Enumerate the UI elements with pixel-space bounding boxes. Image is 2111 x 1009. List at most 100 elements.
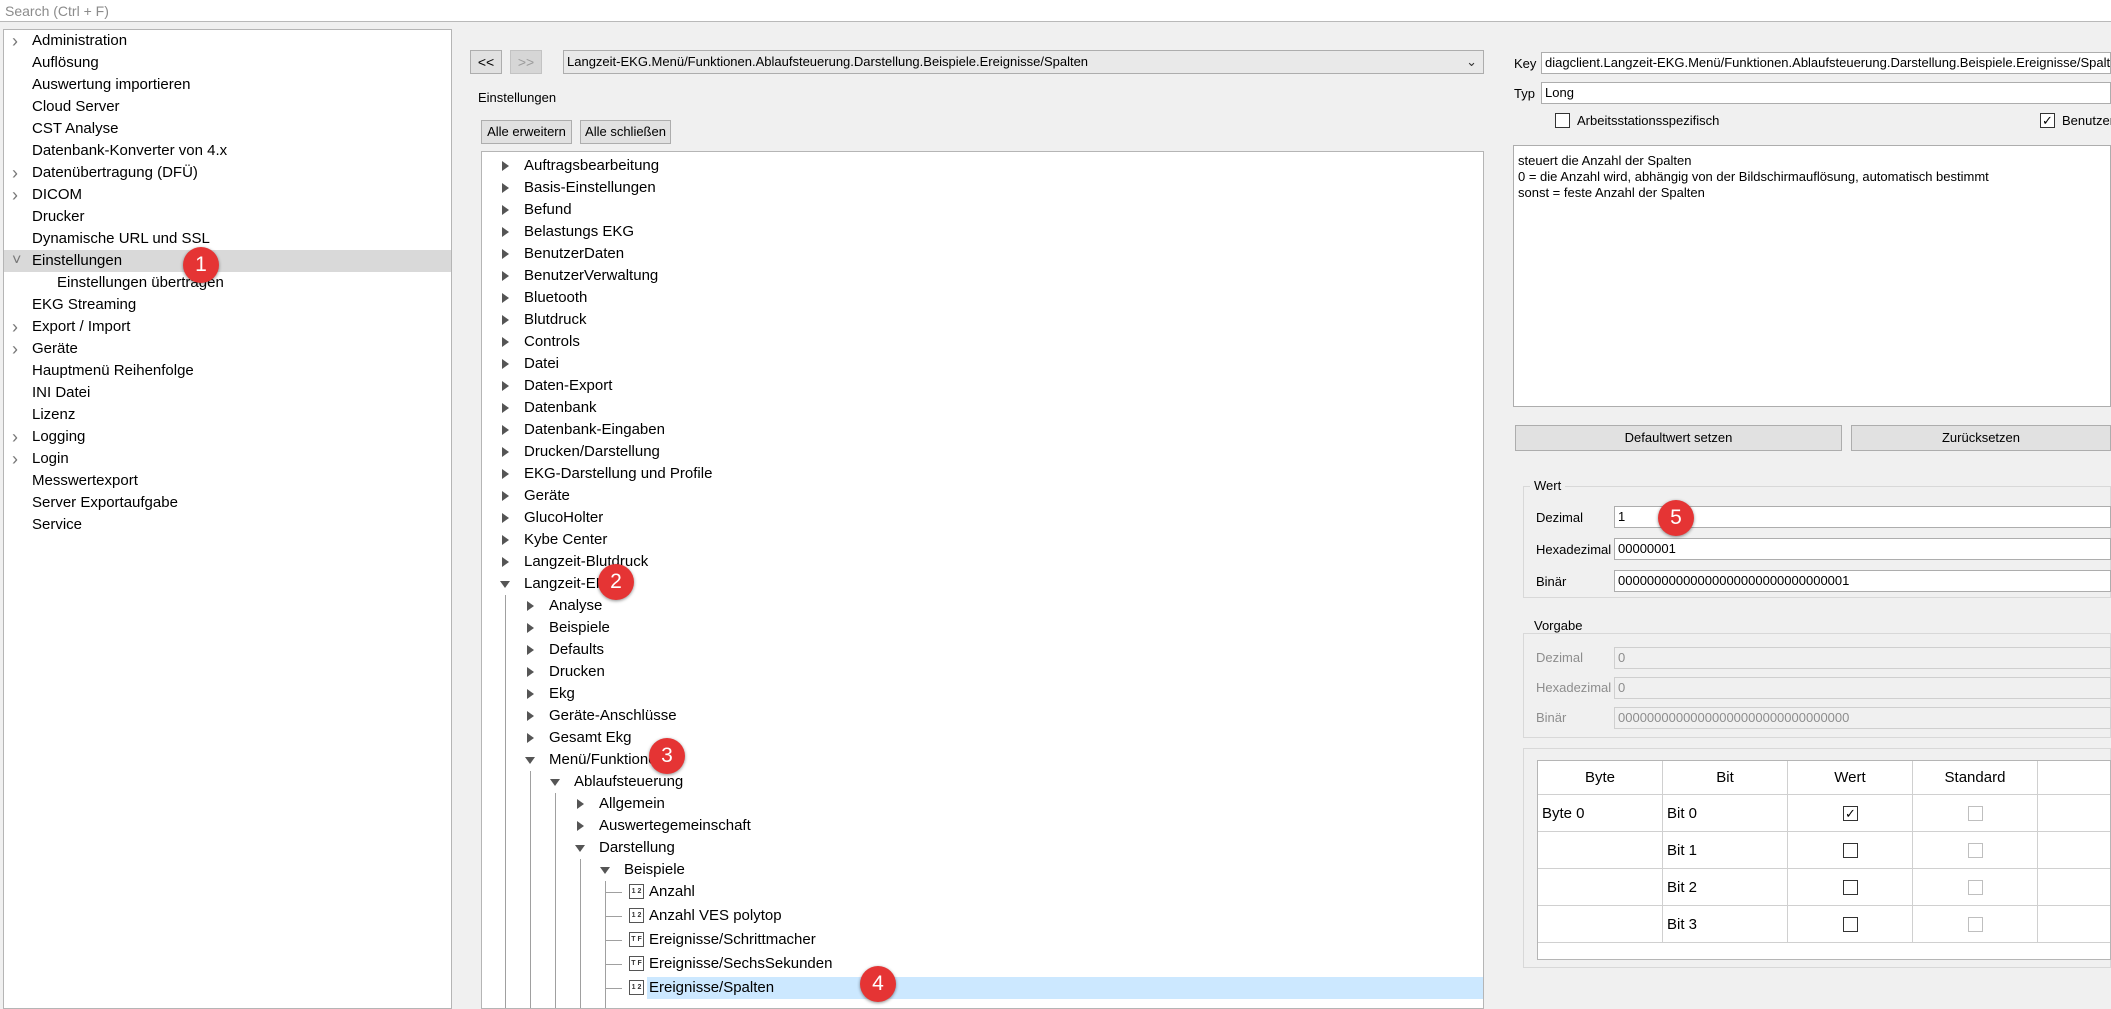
setting-node[interactable] — [482, 331, 1483, 353]
setting-node[interactable] — [482, 199, 1483, 221]
collapsed-arrow-icon[interactable] — [502, 557, 509, 567]
collapsed-arrow-icon[interactable] — [527, 733, 534, 743]
nav-item[interactable]: Einstellungen übertragen — [4, 272, 451, 294]
set-default-button[interactable]: Defaultwert setzen — [1515, 425, 1842, 451]
collapsed-arrow-icon[interactable] — [502, 425, 509, 435]
setting-node[interactable] — [482, 529, 1483, 551]
collapsed-arrow-icon[interactable] — [527, 689, 534, 699]
binary-field[interactable]: 00000000000000000000000000000001 — [1614, 570, 2111, 592]
expanded-arrow-icon[interactable] — [525, 757, 535, 764]
bit-value-checkbox[interactable] — [1843, 843, 1858, 858]
type-field[interactable]: Long — [1541, 82, 2111, 104]
nav-item[interactable]: Server Exportaufgabe — [4, 492, 451, 514]
collapsed-arrow-icon[interactable] — [502, 249, 509, 259]
setting-node[interactable] — [482, 661, 1483, 683]
chevron-right-icon[interactable]: › — [12, 448, 24, 470]
search-input[interactable] — [0, 0, 2111, 21]
user-specific-checkbox[interactable]: ✓ — [2040, 113, 2055, 128]
chevron-right-icon[interactable]: › — [12, 426, 24, 448]
collapsed-arrow-icon[interactable] — [502, 491, 509, 501]
nav-item[interactable]: › Administration — [4, 30, 451, 52]
collapsed-arrow-icon[interactable] — [502, 315, 509, 325]
nav-item[interactable]: Datenbank-Konverter von 4.x — [4, 140, 451, 162]
nav-item[interactable]: › Geräte — [4, 338, 451, 360]
collapsed-arrow-icon[interactable] — [502, 205, 509, 215]
chevron-right-icon[interactable]: › — [12, 162, 24, 184]
bit-value-checkbox[interactable] — [1843, 880, 1858, 895]
collapsed-arrow-icon[interactable] — [527, 711, 534, 721]
setting-node[interactable] — [482, 485, 1483, 507]
nav-item[interactable]: Messwertexport — [4, 470, 451, 492]
collapsed-arrow-icon[interactable] — [502, 293, 509, 303]
collapsed-arrow-icon[interactable] — [502, 227, 509, 237]
nav-item[interactable]: › Login — [4, 448, 451, 470]
nav-item[interactable]: Lizenz — [4, 404, 451, 426]
nav-item[interactable]: › Datenübertragung (DFÜ) — [4, 162, 451, 184]
setting-node[interactable] — [482, 727, 1483, 749]
back-button[interactable]: << — [470, 50, 502, 74]
nav-item[interactable]: Auswertung importieren — [4, 74, 451, 96]
collapsed-arrow-icon[interactable] — [527, 601, 534, 611]
collapsed-arrow-icon[interactable] — [502, 403, 509, 413]
expanded-arrow-icon[interactable] — [600, 867, 610, 874]
setting-node[interactable] — [482, 683, 1483, 705]
path-dropdown[interactable]: Langzeit-EKG.Menü/Funktionen.Ablaufsteue… — [563, 50, 1484, 74]
setting-node[interactable] — [482, 507, 1483, 529]
bit-value-checkbox[interactable] — [1843, 917, 1858, 932]
setting-node[interactable] — [482, 375, 1483, 397]
expand-all-button[interactable]: Alle erweitern — [481, 120, 572, 144]
key-field[interactable]: diagclient.Langzeit-EKG.Menü/Funktionen.… — [1541, 52, 2111, 74]
collapsed-arrow-icon[interactable] — [577, 821, 584, 831]
nav-item[interactable]: › DICOM — [4, 184, 451, 206]
setting-node[interactable] — [482, 595, 1483, 617]
workstation-specific-checkbox[interactable] — [1555, 113, 1570, 128]
nav-item[interactable]: Auflösung — [4, 52, 451, 74]
nav-item[interactable]: CST Analyse — [4, 118, 451, 140]
chevron-right-icon[interactable]: › — [12, 316, 24, 338]
collapsed-arrow-icon[interactable] — [502, 447, 509, 457]
collapsed-arrow-icon[interactable] — [502, 183, 509, 193]
collapsed-arrow-icon[interactable] — [502, 359, 509, 369]
collapsed-arrow-icon[interactable] — [502, 469, 509, 479]
setting-node[interactable] — [482, 243, 1483, 265]
nav-item[interactable]: › Logging — [4, 426, 451, 448]
bit-value-checkbox[interactable]: ✓ — [1843, 806, 1858, 821]
hex-field[interactable]: 00000001 — [1614, 538, 2111, 560]
nav-item[interactable]: EKG Streaming — [4, 294, 451, 316]
nav-item[interactable]: INI Datei — [4, 382, 451, 404]
collapsed-arrow-icon[interactable] — [502, 535, 509, 545]
nav-item[interactable]: Hauptmenü Reihenfolge — [4, 360, 451, 382]
expanded-arrow-icon[interactable] — [550, 779, 560, 786]
collapsed-arrow-icon[interactable] — [502, 161, 509, 171]
collapsed-arrow-icon[interactable] — [502, 513, 509, 523]
expanded-arrow-icon[interactable] — [500, 581, 510, 588]
nav-item[interactable]: › Export / Import — [4, 316, 451, 338]
expanded-arrow-icon[interactable] — [575, 845, 585, 852]
nav-item[interactable]: ˅ Einstellungen — [4, 250, 451, 272]
collapsed-arrow-icon[interactable] — [502, 337, 509, 347]
setting-node[interactable] — [482, 287, 1483, 309]
nav-item[interactable]: Dynamische URL und SSL — [4, 228, 451, 250]
collapsed-arrow-icon[interactable] — [502, 271, 509, 281]
chevron-down-icon[interactable]: ˅ — [12, 250, 24, 272]
collapsed-arrow-icon[interactable] — [527, 623, 534, 633]
nav-item[interactable]: Service — [4, 514, 451, 536]
chevron-right-icon[interactable]: › — [12, 184, 24, 206]
collapsed-arrow-icon[interactable] — [527, 667, 534, 677]
chevron-right-icon[interactable]: › — [12, 338, 24, 360]
setting-node[interactable] — [482, 639, 1483, 661]
nav-item[interactable]: Cloud Server — [4, 96, 451, 118]
collapsed-arrow-icon[interactable] — [502, 381, 509, 391]
description-box[interactable]: steuert die Anzahl der Spalten 0 = die A… — [1513, 145, 2111, 407]
collapsed-arrow-icon[interactable] — [577, 799, 584, 809]
nav-item[interactable]: Drucker — [4, 206, 451, 228]
collapsed-arrow-icon[interactable] — [527, 645, 534, 655]
collapse-all-button[interactable]: Alle schließen — [580, 120, 671, 144]
forward-button[interactable]: >> — [510, 50, 542, 74]
setting-node[interactable] — [482, 397, 1483, 419]
setting-node[interactable] — [482, 353, 1483, 375]
chevron-right-icon[interactable]: › — [12, 30, 24, 52]
reset-button[interactable]: Zurücksetzen — [1851, 425, 2111, 451]
setting-node[interactable] — [482, 617, 1483, 639]
setting-node[interactable] — [482, 309, 1483, 331]
